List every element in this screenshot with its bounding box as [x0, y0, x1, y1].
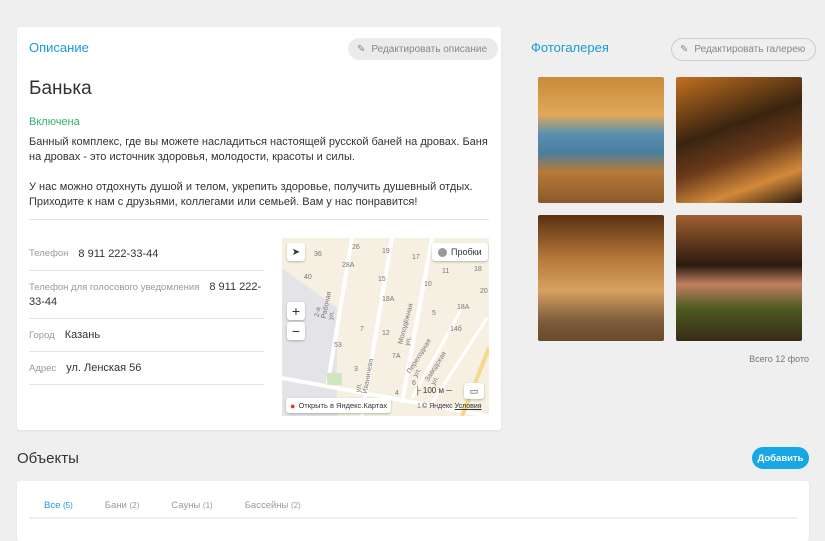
- object-name: Банька: [29, 78, 92, 99]
- objects-tabs: Все (5) Бани (2) Сауны (1) Бассейны (2): [44, 500, 301, 511]
- edit-gallery-button[interactable]: ✎ Редактировать галерею: [671, 38, 817, 61]
- objects-card: Все (5) Бани (2) Сауны (1) Бассейны (2): [17, 481, 809, 541]
- objects-title: Объекты: [17, 450, 79, 467]
- pencil-icon: ✎: [357, 43, 366, 55]
- traffic-icon: [438, 247, 447, 257]
- traffic-button[interactable]: Пробки: [432, 243, 488, 261]
- zoom-out-button[interactable]: −: [287, 322, 305, 340]
- gallery-photo[interactable]: [676, 215, 802, 341]
- tab-pools[interactable]: Бассейны (2): [245, 500, 301, 511]
- description-title: Описание: [29, 40, 89, 55]
- map-copyright: © Яндекс Условия: [422, 403, 482, 410]
- description-card: Описание ✎ Редактировать описание Банька …: [17, 27, 501, 430]
- contact-row: Телефон 8 911 222-33-44: [29, 237, 264, 271]
- tab-saunas[interactable]: Сауны (1): [171, 500, 212, 511]
- open-yandex-maps-link[interactable]: ● Открыть в Яндекс.Картах: [286, 398, 392, 413]
- contact-row: Телефон для голосового уведомления 8 911 …: [29, 271, 264, 319]
- gallery-title: Фотогалерея: [531, 40, 609, 55]
- status-badge: Включена: [29, 116, 80, 128]
- map-pin-icon: ●: [290, 400, 296, 411]
- tab-banyas[interactable]: Бани (2): [105, 500, 140, 511]
- tabs-divider: [29, 517, 797, 519]
- map[interactable]: 26 36 19 17 28А 40 15 10 11 18 18А 20 5 18А 14б 12 7 53 7А…: [282, 238, 489, 416]
- zoom-in-button[interactable]: +: [287, 302, 305, 320]
- map-scale: ├ 100 м ─: [415, 386, 452, 395]
- add-object-button[interactable]: Добавить: [752, 447, 809, 469]
- description-text: Банный комплекс, где вы можете насладить…: [29, 136, 488, 208]
- geolocation-button[interactable]: ➤: [287, 243, 305, 261]
- edit-description-button[interactable]: ✎ Редактировать описание: [348, 38, 499, 60]
- divider: [29, 219, 489, 220]
- contact-row: Адрес ул. Ленская 56: [29, 352, 264, 385]
- pencil-icon: ✎: [680, 44, 689, 55]
- photo-count: Всего 12 фото: [749, 354, 809, 364]
- contact-row: Город Казань: [29, 319, 264, 352]
- ruler-button[interactable]: ▭: [464, 383, 484, 399]
- gallery-photo[interactable]: [676, 77, 802, 203]
- terms-link[interactable]: Условия: [455, 403, 482, 410]
- gallery-photo[interactable]: [538, 215, 664, 341]
- tab-all[interactable]: Все (5): [44, 500, 73, 511]
- gallery-photo[interactable]: [538, 77, 664, 203]
- contacts-list: Телефон 8 911 222-33-44 Телефон для голос…: [29, 237, 264, 385]
